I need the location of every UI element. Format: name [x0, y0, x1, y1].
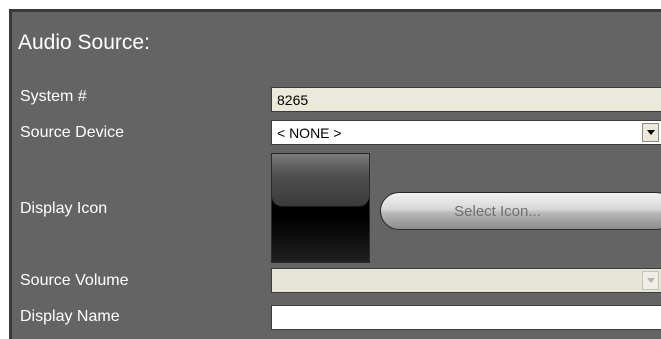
- window-top-edge: [0, 0, 661, 12]
- section-title: Audio Source:: [18, 31, 150, 54]
- source-volume-label: Source Volume: [20, 272, 129, 289]
- source-device-dropdown-button[interactable]: [642, 123, 659, 142]
- source-device-value: < NONE >: [277, 125, 342, 141]
- source-device-label: Source Device: [20, 124, 125, 141]
- display-name-input[interactable]: [271, 305, 661, 330]
- chevron-down-icon: [646, 130, 655, 135]
- source-volume-dropdown-button: [642, 271, 659, 290]
- system-number-label: System #: [20, 88, 87, 105]
- chevron-down-icon: [646, 278, 655, 283]
- display-icon-preview: [271, 153, 370, 263]
- select-icon-button[interactable]: Select Icon...: [380, 192, 661, 230]
- source-volume-select: [271, 268, 661, 293]
- window-left-edge: [0, 9, 12, 339]
- display-icon-label: Display Icon: [20, 200, 108, 217]
- system-number-field: 8265: [271, 87, 661, 112]
- source-device-select[interactable]: < NONE >: [271, 120, 661, 145]
- display-name-label: Display Name: [20, 308, 120, 325]
